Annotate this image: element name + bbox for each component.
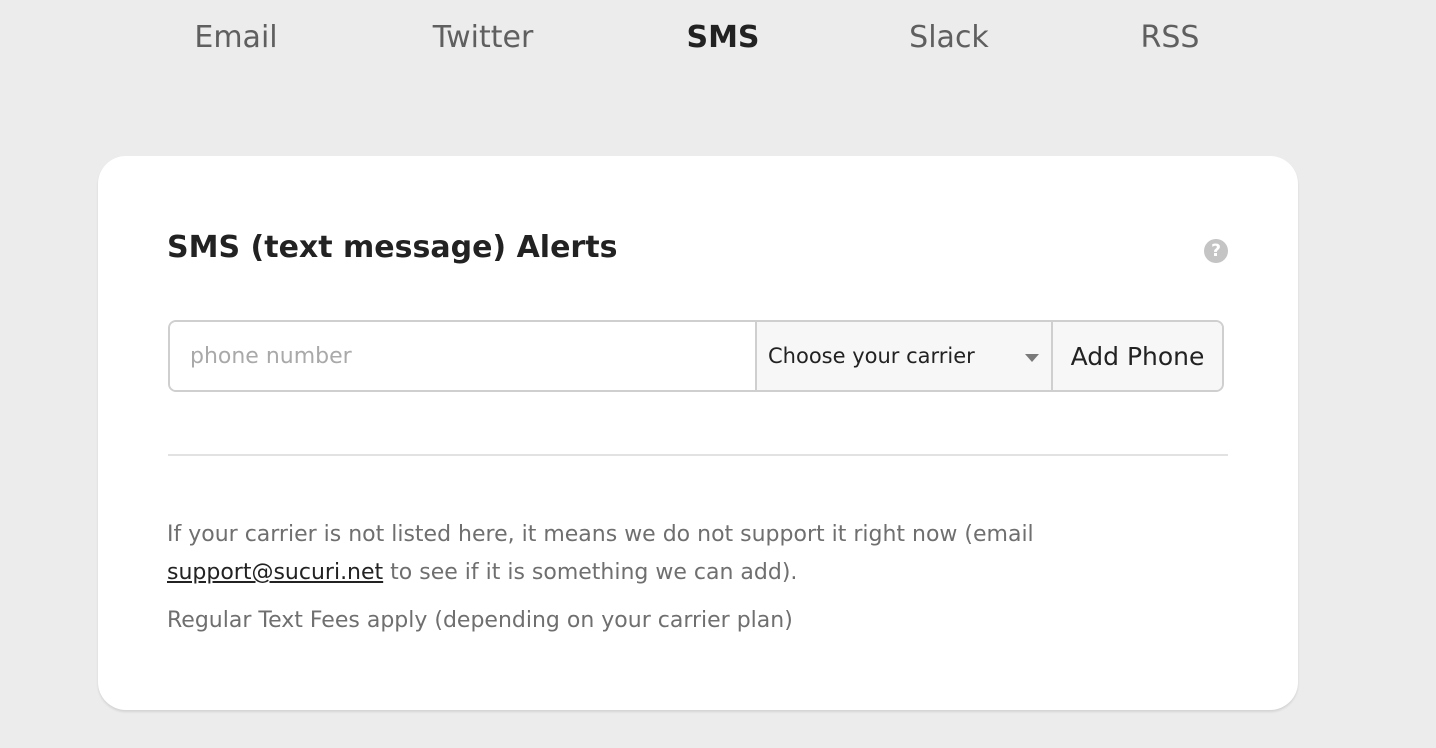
- note-text-after: to see if it is something we can add).: [383, 560, 798, 585]
- caret-down-icon: [1025, 354, 1039, 362]
- note-text-before: If your carrier is not listed here, it m…: [167, 522, 1034, 547]
- add-phone-button[interactable]: Add Phone: [1051, 322, 1222, 390]
- fees-note: Regular Text Fees apply (depending on yo…: [167, 608, 793, 633]
- carrier-select[interactable]: Choose your carrier: [755, 322, 1051, 390]
- phone-number-input[interactable]: [170, 322, 755, 390]
- divider: [168, 454, 1228, 456]
- alert-channel-tabs: Email Twitter SMS Slack RSS: [0, 0, 1436, 80]
- support-email-link[interactable]: support@sucuri.net: [167, 560, 383, 585]
- tab-sms[interactable]: SMS: [686, 18, 759, 58]
- carrier-support-note: If your carrier is not listed here, it m…: [167, 516, 1127, 592]
- question-circle-icon[interactable]: ?: [1204, 239, 1228, 263]
- add-phone-form: Choose your carrier Add Phone: [168, 320, 1224, 392]
- sms-alerts-card: SMS (text message) Alerts ? Choose your …: [98, 156, 1298, 710]
- tab-email[interactable]: Email: [194, 18, 277, 58]
- tab-slack[interactable]: Slack: [909, 18, 989, 58]
- card-title: SMS (text message) Alerts: [167, 230, 618, 265]
- tab-twitter[interactable]: Twitter: [433, 18, 534, 58]
- carrier-select-value: Choose your carrier: [768, 344, 975, 368]
- tab-rss[interactable]: RSS: [1141, 18, 1200, 58]
